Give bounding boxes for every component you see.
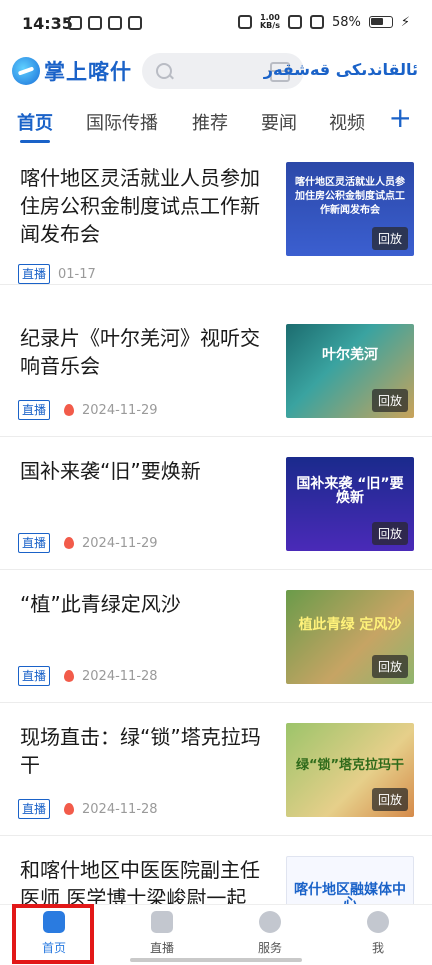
thumbnail-text: 植此青绿 定风沙	[298, 617, 402, 633]
nav-label: 服务	[257, 941, 282, 955]
hot-icon	[64, 404, 75, 416]
status-bar: 14:35 1.00 KB/s 58% ⚡	[0, 0, 432, 48]
replay-badge: 回放	[371, 522, 408, 545]
thumbnail-text: 叶尔羌河	[322, 347, 378, 363]
thumbnail-text: 国补来袭 “旧”要焕新	[296, 476, 404, 506]
battery-percent: 58%	[331, 14, 361, 30]
list-item[interactable]: 和喀什地区中医医院副主任医师 医学博士梁峻尉一起 喀什地区融媒体中心	[0, 836, 432, 904]
user-icon	[367, 911, 389, 933]
thumbnail-text: 绿“锁”塔克拉玛干	[295, 758, 405, 773]
item-title[interactable]: “植”此青绿定风沙	[20, 590, 268, 618]
thumbnail-text: 喀什地区灵活就业人员参加住房公积金制度试点工作新闻发布会	[295, 177, 405, 216]
nav-label: 我	[371, 941, 384, 955]
tab-video[interactable]: 视频	[329, 109, 365, 135]
logo-text: 掌上喀什	[44, 60, 132, 84]
add-channel-button[interactable]: +	[389, 104, 412, 132]
item-title[interactable]: 喀什地区灵活就业人员参加住房公积金制度试点工作新闻发布会	[20, 164, 268, 248]
nav-live[interactable]: 直播	[122, 911, 202, 956]
nav-label: 直播	[149, 941, 174, 955]
item-title[interactable]: 国补来袭“旧”要焕新	[20, 457, 268, 485]
tab-home[interactable]: 首页	[17, 109, 53, 135]
charging-icon: ⚡	[400, 14, 410, 30]
item-thumbnail[interactable]: 绿“锁”塔克拉玛干 回放	[286, 723, 414, 817]
nav-home-highlight	[12, 904, 94, 964]
active-tab-indicator	[20, 140, 50, 143]
replay-badge: 回放	[371, 389, 408, 412]
live-tag: 直播	[18, 666, 51, 686]
list-item[interactable]: “植”此青绿定风沙 直播 2024-11-28 植此青绿 定风沙 回放	[0, 570, 432, 703]
hot-icon	[64, 803, 75, 815]
replay-badge: 回放	[371, 655, 408, 678]
hot-icon	[64, 670, 75, 682]
uyghur-title[interactable]: ئالقاندىكى قەشقەر	[264, 60, 418, 79]
tiktok-icon	[128, 16, 142, 30]
vibrate-icon	[237, 15, 252, 29]
item-date: 01-17	[58, 266, 96, 282]
item-title[interactable]: 现场直击：绿“锁”塔克拉玛干	[20, 723, 268, 779]
app-logo[interactable]: 掌上喀什	[12, 56, 132, 86]
item-thumbnail[interactable]: 喀什地区灵活就业人员参加住房公积金制度试点工作新闻发布会 回放	[286, 162, 414, 256]
hot-icon	[64, 537, 75, 549]
tv-icon	[151, 911, 173, 933]
list-item[interactable]: 纪录片《叶尔羌河》视听交响音乐会 直播 2024-11-29 叶尔羌河 回放	[0, 304, 432, 437]
item-date: 2024-11-29	[82, 535, 158, 551]
thumbnail-text: 喀什地区融媒体中心	[294, 882, 406, 904]
nav-me[interactable]: 我	[338, 911, 418, 956]
item-thumbnail[interactable]: 喀什地区融媒体中心	[286, 856, 414, 904]
live-tag: 直播	[18, 533, 51, 553]
status-time: 14:35	[22, 14, 73, 33]
replay-badge: 回放	[371, 227, 408, 250]
item-date: 2024-11-28	[82, 801, 158, 817]
live-tag: 直播	[18, 799, 51, 819]
tab-international[interactable]: 国际传播	[86, 109, 158, 135]
live-tag: 直播	[18, 400, 51, 420]
tab-news[interactable]: 要闻	[261, 109, 297, 135]
item-title[interactable]: 纪录片《叶尔羌河》视听交响音乐会	[20, 324, 268, 380]
message-icon	[108, 16, 122, 30]
news-feed: 喀什地区灵活就业人员参加住房公积金制度试点工作新闻发布会 直播 01-17 喀什…	[0, 152, 432, 904]
app-header: 掌上喀什 ئالقاندىكى قەشقەر	[0, 48, 432, 94]
signal-off-icon	[287, 15, 302, 29]
item-thumbnail[interactable]: 植此青绿 定风沙 回放	[286, 590, 414, 684]
wifi-icon	[309, 15, 324, 29]
tab-recommend[interactable]: 推荐	[192, 109, 228, 135]
app-icon	[88, 16, 102, 30]
channel-tabs: 首页 国际传播 推荐 要闻 视频 +	[0, 100, 432, 148]
list-item[interactable]: 喀什地区灵活就业人员参加住房公积金制度试点工作新闻发布会 直播 01-17 喀什…	[0, 152, 432, 285]
item-date: 2024-11-29	[82, 402, 158, 418]
list-item[interactable]: 现场直击：绿“锁”塔克拉玛干 直播 2024-11-28 绿“锁”塔克拉玛干 回…	[0, 703, 432, 836]
battery-icon	[368, 16, 393, 28]
list-item[interactable]: 国补来袭“旧”要焕新 直播 2024-11-29 国补来袭 “旧”要焕新 回放	[0, 437, 432, 570]
logo-icon	[12, 57, 40, 85]
notification-icon	[68, 16, 82, 30]
item-thumbnail[interactable]: 叶尔羌河 回放	[286, 324, 414, 418]
search-icon	[156, 63, 172, 79]
live-tag: 直播	[18, 264, 51, 284]
replay-badge: 回放	[371, 788, 408, 811]
nav-service[interactable]: 服务	[230, 911, 310, 956]
item-date: 2024-11-28	[82, 668, 158, 684]
network-speed: 1.00 KB/s	[259, 13, 280, 30]
item-title[interactable]: 和喀什地区中医医院副主任医师 医学博士梁峻尉一起	[20, 856, 268, 904]
item-thumbnail[interactable]: 国补来袭 “旧”要焕新 回放	[286, 457, 414, 551]
gesture-bar[interactable]	[130, 958, 302, 962]
heart-icon	[259, 911, 281, 933]
